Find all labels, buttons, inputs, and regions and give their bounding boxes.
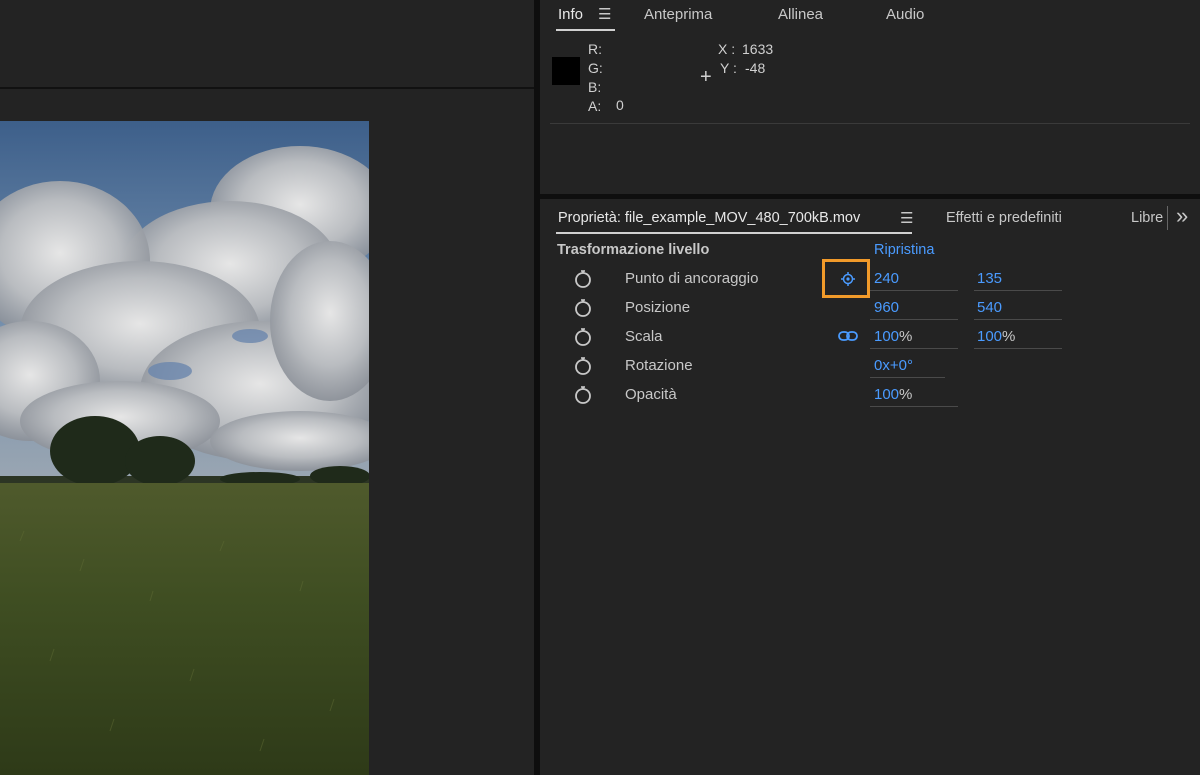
- a-label: A:: [588, 98, 602, 114]
- opacity-field[interactable]: 100%: [874, 386, 912, 403]
- scale-x-field[interactable]: 100%: [874, 328, 912, 345]
- stopwatch-icon[interactable]: [573, 356, 593, 376]
- reset-link[interactable]: Ripristina: [874, 242, 934, 258]
- g-label: G:: [588, 60, 603, 76]
- rotation-label: Rotazione: [625, 357, 693, 374]
- panel-menu-icon[interactable]: ☰: [598, 5, 611, 23]
- scale-y-field[interactable]: 100%: [977, 328, 1015, 345]
- info-separator: [550, 123, 1190, 124]
- position-y-underline: [974, 319, 1062, 320]
- tab-info[interactable]: Info: [558, 6, 583, 23]
- stopwatch-icon[interactable]: [573, 269, 593, 289]
- properties-tab-indicator: [556, 232, 912, 234]
- scale-label: Scala: [625, 328, 663, 345]
- opacity-underline: [870, 406, 958, 407]
- r-label: R:: [588, 41, 602, 57]
- composition-toolbar: [0, 0, 534, 89]
- x-value: 1633: [742, 41, 774, 57]
- a-value: 0: [616, 97, 624, 113]
- tab-effects[interactable]: Effetti e predefiniti: [946, 210, 1062, 226]
- scale-x-unit: %: [899, 328, 913, 345]
- properties-menu-icon[interactable]: ☰: [900, 209, 913, 227]
- panel-divider-horizontal[interactable]: [540, 194, 1200, 199]
- rotation-value[interactable]: 0x+0°: [874, 357, 913, 374]
- link-icon[interactable]: [838, 330, 858, 342]
- anchor-point-label: Punto di ancoraggio: [625, 270, 759, 287]
- stopwatch-icon[interactable]: [573, 298, 593, 318]
- opacity-value: 100: [874, 386, 900, 403]
- tab-properties[interactable]: Proprietà: file_example_MOV_480_700kB.mo…: [558, 210, 860, 226]
- x-label: X :: [718, 41, 736, 57]
- scale-y-value: 100: [977, 328, 1003, 345]
- landscape-image: [0, 121, 369, 775]
- position-x-underline: [870, 319, 958, 320]
- opacity-label: Opacità: [625, 386, 677, 403]
- tab-audio[interactable]: Audio: [886, 6, 924, 23]
- anchor-point-icon[interactable]: [840, 271, 856, 287]
- crosshair-icon: +: [700, 66, 712, 88]
- tab-libraries[interactable]: Libre: [1131, 210, 1163, 226]
- color-swatch: [552, 57, 580, 85]
- position-x-value[interactable]: 960: [874, 299, 899, 316]
- overflow-chevron-icon[interactable]: »: [1176, 203, 1188, 229]
- tab-allinea[interactable]: Allinea: [778, 6, 823, 23]
- y-value: -48: [745, 60, 766, 76]
- tab-anteprima[interactable]: Anteprima: [644, 6, 712, 23]
- scale-x-value: 100: [874, 328, 900, 345]
- stopwatch-icon[interactable]: [573, 327, 593, 347]
- stopwatch-icon[interactable]: [573, 385, 593, 405]
- scale-y-unit: %: [1002, 328, 1016, 345]
- tab-overflow-separator: [1167, 206, 1168, 230]
- opacity-unit: %: [899, 386, 913, 403]
- video-frame-image[interactable]: [0, 121, 369, 775]
- anchor-y-value[interactable]: 135: [977, 270, 1002, 287]
- anchor-x-underline: [870, 290, 958, 291]
- y-label: Y :: [720, 60, 737, 76]
- scale-x-underline: [870, 348, 958, 349]
- anchor-y-underline: [974, 290, 1062, 291]
- active-tab-indicator: [556, 29, 615, 31]
- b-label: B:: [588, 79, 602, 95]
- position-label: Posizione: [625, 299, 691, 316]
- position-y-value[interactable]: 540: [977, 299, 1002, 316]
- section-title: Trasformazione livello: [557, 242, 710, 258]
- anchor-x-value[interactable]: 240: [874, 270, 899, 287]
- rotation-underline: [870, 377, 945, 378]
- scale-y-underline: [974, 348, 1062, 349]
